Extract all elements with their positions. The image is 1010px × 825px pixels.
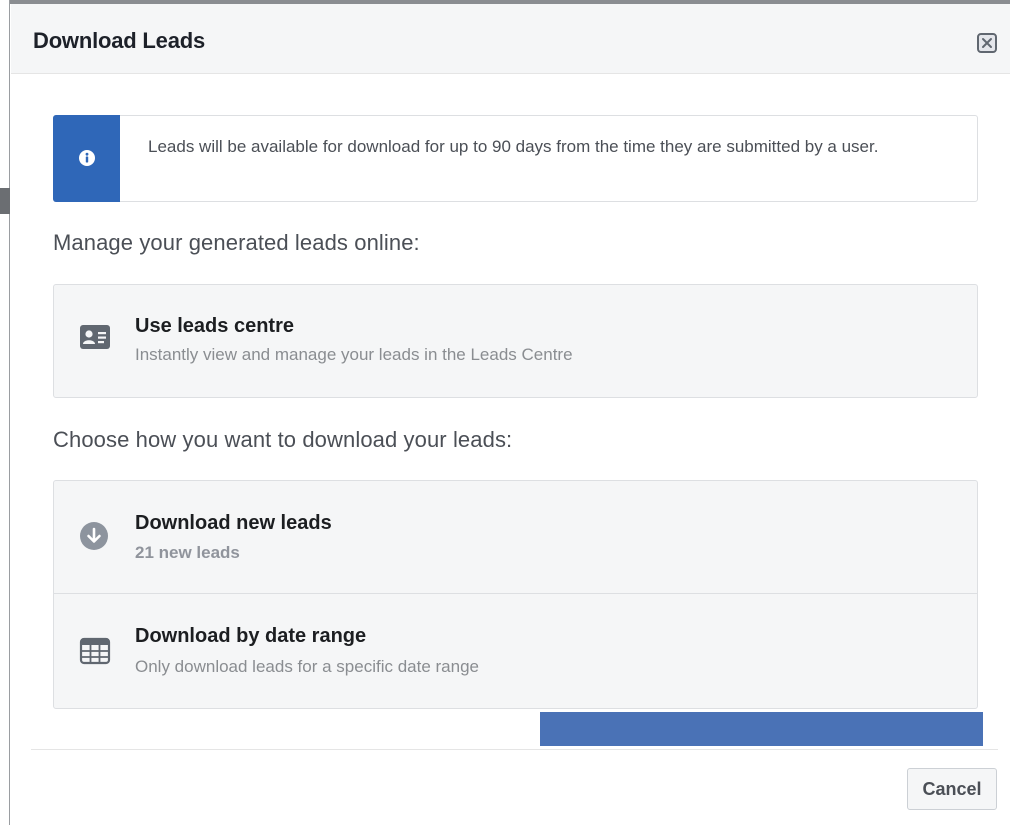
download-arrow-icon: [80, 522, 108, 550]
use-leads-centre-subtitle: Instantly view and manage your leads in …: [135, 345, 573, 364]
close-button[interactable]: [977, 33, 997, 53]
info-stripe: [53, 115, 120, 202]
highlight-bar: [540, 712, 983, 746]
dialog-header: Download Leads: [11, 4, 1010, 74]
manage-section-label: Manage your generated leads online:: [53, 230, 420, 255]
download-new-leads-option[interactable]: Download new leads 21 new leads: [54, 481, 977, 593]
info-notice: Leads will be available for download for…: [53, 115, 978, 202]
download-by-date-range-subtitle: Only download leads for a specific date …: [135, 657, 479, 676]
footer-divider: [31, 749, 998, 750]
calendar-grid-icon: [79, 637, 111, 665]
cancel-button[interactable]: Cancel: [907, 768, 997, 810]
use-leads-centre-title: Use leads centre: [135, 315, 294, 337]
window-left-border: [0, 0, 10, 825]
dialog-title: Download Leads: [33, 28, 205, 53]
download-options-card: Download new leads 21 new leads Download…: [53, 480, 978, 709]
close-icon: [982, 38, 992, 48]
download-section-label: Choose how you want to download your lea…: [53, 427, 513, 452]
use-leads-centre-option[interactable]: Use leads centre Instantly view and mana…: [54, 285, 977, 397]
window-left-tick: [0, 188, 10, 214]
download-leads-dialog: Download Leads Leads will be available f…: [11, 4, 1010, 825]
manage-leads-card: Use leads centre Instantly view and mana…: [53, 284, 978, 398]
info-text: Leads will be available for download for…: [148, 137, 879, 156]
download-by-date-range-option[interactable]: Download by date range Only download lea…: [54, 594, 977, 708]
download-new-leads-count: 21 new leads: [135, 543, 240, 562]
info-icon: [79, 150, 95, 166]
download-by-date-range-title: Download by date range: [135, 625, 367, 647]
contact-card-icon: [80, 325, 110, 349]
download-new-leads-title: Download new leads: [135, 512, 332, 534]
